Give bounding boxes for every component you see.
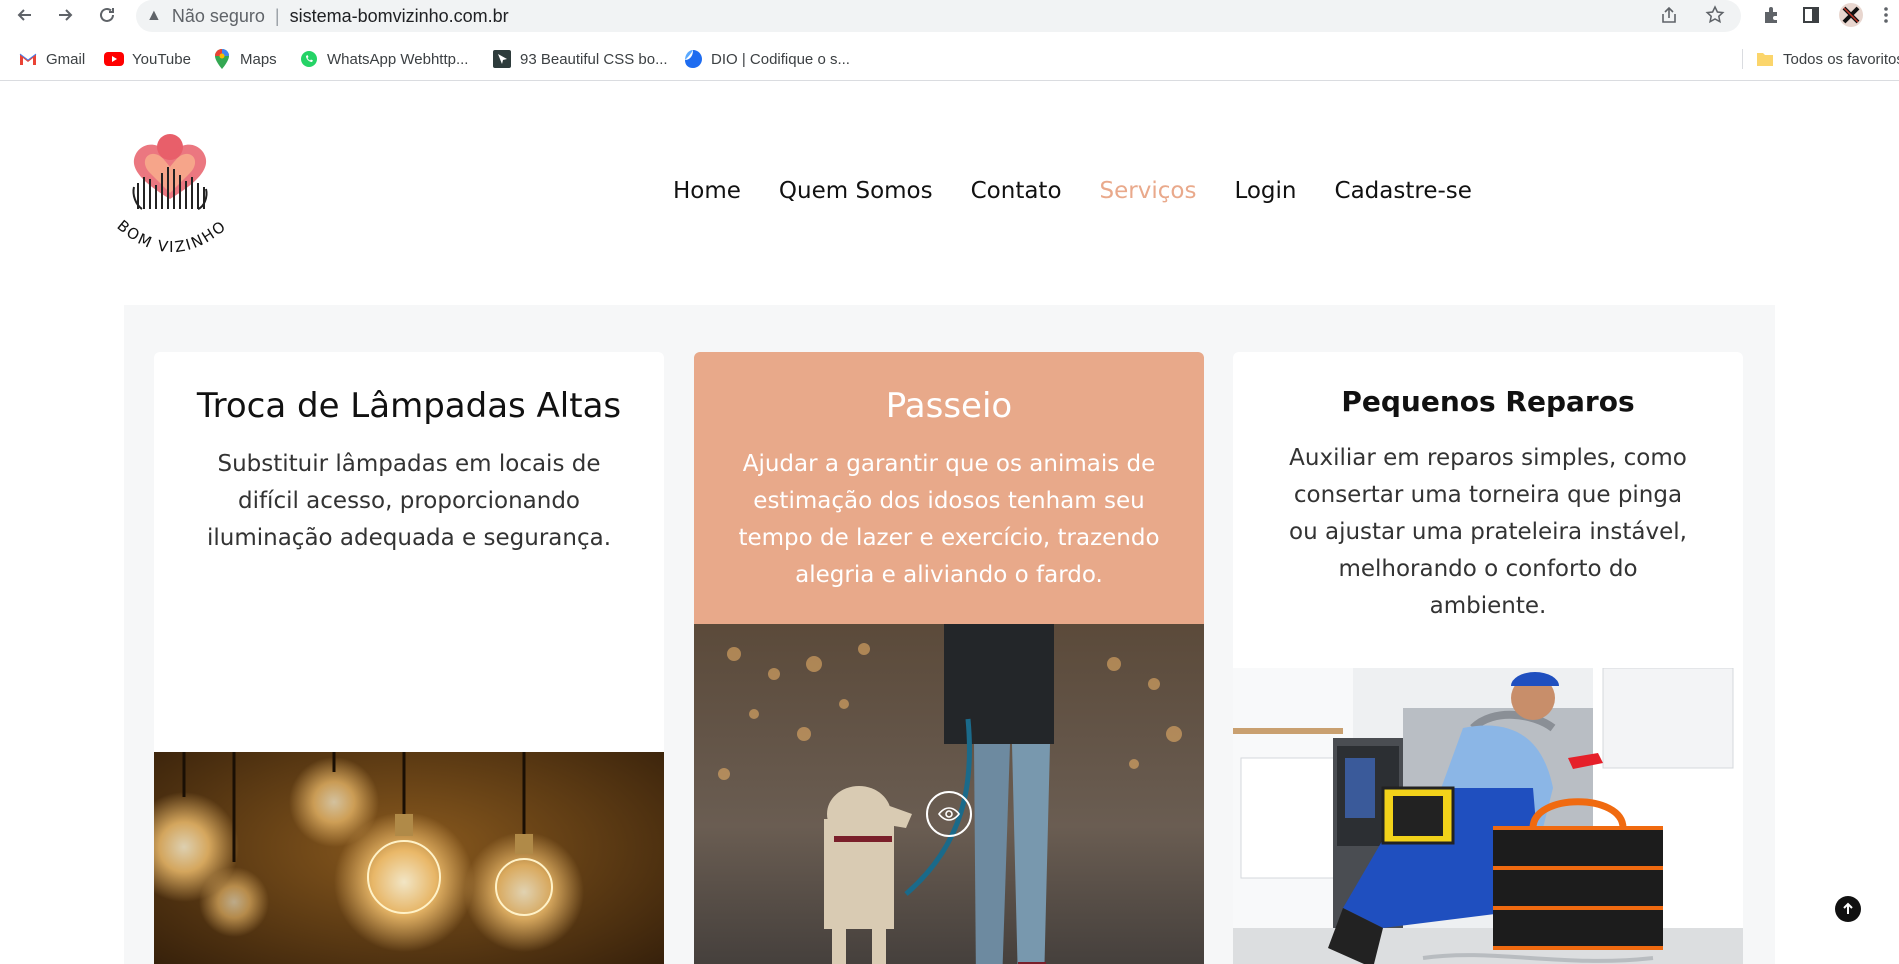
scroll-to-top-button[interactable] (1835, 896, 1861, 922)
bookmark-css[interactable]: 93 Beautiful CSS bo... (492, 49, 668, 69)
reload-button[interactable] (94, 2, 120, 28)
nav-contato[interactable]: Contato (971, 178, 1062, 204)
whatsapp-icon (299, 49, 319, 69)
profile-avatar[interactable] (1838, 2, 1864, 28)
nav-home[interactable]: Home (673, 178, 741, 204)
url-text: sistema-bomvizinho.com.br (289, 5, 509, 26)
bookmark-label: DIO | Codifique o s... (711, 50, 850, 68)
service-description: Substituir lâmpadas em locais de difícil… (206, 451, 612, 551)
bookmark-gmail[interactable]: Gmail (18, 49, 85, 69)
bookmark-label: 93 Beautiful CSS bo... (520, 50, 668, 68)
folder-icon (1755, 49, 1775, 69)
service-title: Passeio (885, 386, 1013, 426)
bookmark-label: Maps (240, 50, 277, 68)
eye-icon[interactable] (931, 796, 967, 832)
service-card-lampadas[interactable]: Troca de Lâmpadas Altas Substituir lâmpa… (154, 352, 664, 964)
browser-menu-icon[interactable] (1876, 2, 1896, 28)
sidepanel-icon[interactable] (1798, 2, 1824, 28)
service-card-reparos[interactable]: Pequenos Reparos Auxiliar em reparos sim… (1233, 352, 1743, 964)
css-icon (492, 49, 512, 69)
bookmarks-bar: Gmail YouTube Maps WhatsApp Webhttp... 9… (0, 43, 1899, 81)
service-description: Auxiliar em reparos simples, como conser… (1289, 445, 1687, 619)
warning-icon: ▲ (146, 7, 162, 24)
nav-servicos[interactable]: Serviços (1100, 178, 1197, 204)
bookmark-label: YouTube (132, 50, 191, 68)
main-nav: Home Quem Somos Contato Serviços Login C… (673, 178, 1472, 204)
bookmark-dio[interactable]: DIO | Codifique o s... (683, 49, 850, 69)
service-card-passeio[interactable]: Passeio Ajudar a garantir que os animais… (694, 352, 1204, 964)
bookmark-youtube[interactable]: YouTube (104, 49, 191, 69)
service-description: Ajudar a garantir que os animais de esti… (738, 451, 1160, 588)
gmail-icon (18, 49, 38, 69)
light-bulbs-photo (154, 752, 664, 964)
arrow-up-icon (1843, 902, 1853, 914)
share-icon[interactable] (1659, 5, 1679, 30)
all-bookmarks[interactable]: Todos os favoritos (1742, 49, 1899, 69)
youtube-icon (104, 49, 124, 69)
all-bookmarks-label: Todos os favoritos (1783, 50, 1899, 68)
dio-icon (683, 49, 703, 69)
bookmark-whatsapp[interactable]: WhatsApp Webhttp... (299, 49, 468, 69)
bookmark-label: Gmail (46, 50, 86, 68)
plumber-photo (1233, 668, 1743, 964)
dog-walk-photo[interactable] (694, 624, 1204, 964)
bookmark-maps[interactable]: Maps (212, 49, 277, 69)
star-icon[interactable] (1705, 5, 1725, 30)
nav-cadastre-se[interactable]: Cadastre-se (1335, 178, 1472, 204)
nav-quem-somos[interactable]: Quem Somos (779, 178, 933, 204)
bookmark-label: WhatsApp Webhttp... (327, 50, 469, 68)
security-label: Não seguro (171, 5, 265, 26)
browser-toolbar: ▲ Não seguro | sistema-bomvizinho.com.br (0, 0, 1899, 32)
extensions-icon[interactable] (1758, 2, 1784, 28)
service-title: Pequenos Reparos (1341, 385, 1635, 418)
nav-login[interactable]: Login (1234, 178, 1296, 204)
svg-text:BOM VIZINHO: BOM VIZINHO (114, 216, 231, 256)
url-separator: | (274, 5, 280, 26)
address-bar[interactable]: ▲ Não seguro | sistema-bomvizinho.com.br (136, 0, 1741, 32)
forward-button[interactable] (52, 2, 78, 28)
service-title: Troca de Lâmpadas Altas (196, 386, 622, 426)
back-button[interactable] (12, 2, 38, 28)
site-logo[interactable]: BOM VIZINHO (102, 127, 242, 267)
maps-icon (212, 49, 232, 69)
